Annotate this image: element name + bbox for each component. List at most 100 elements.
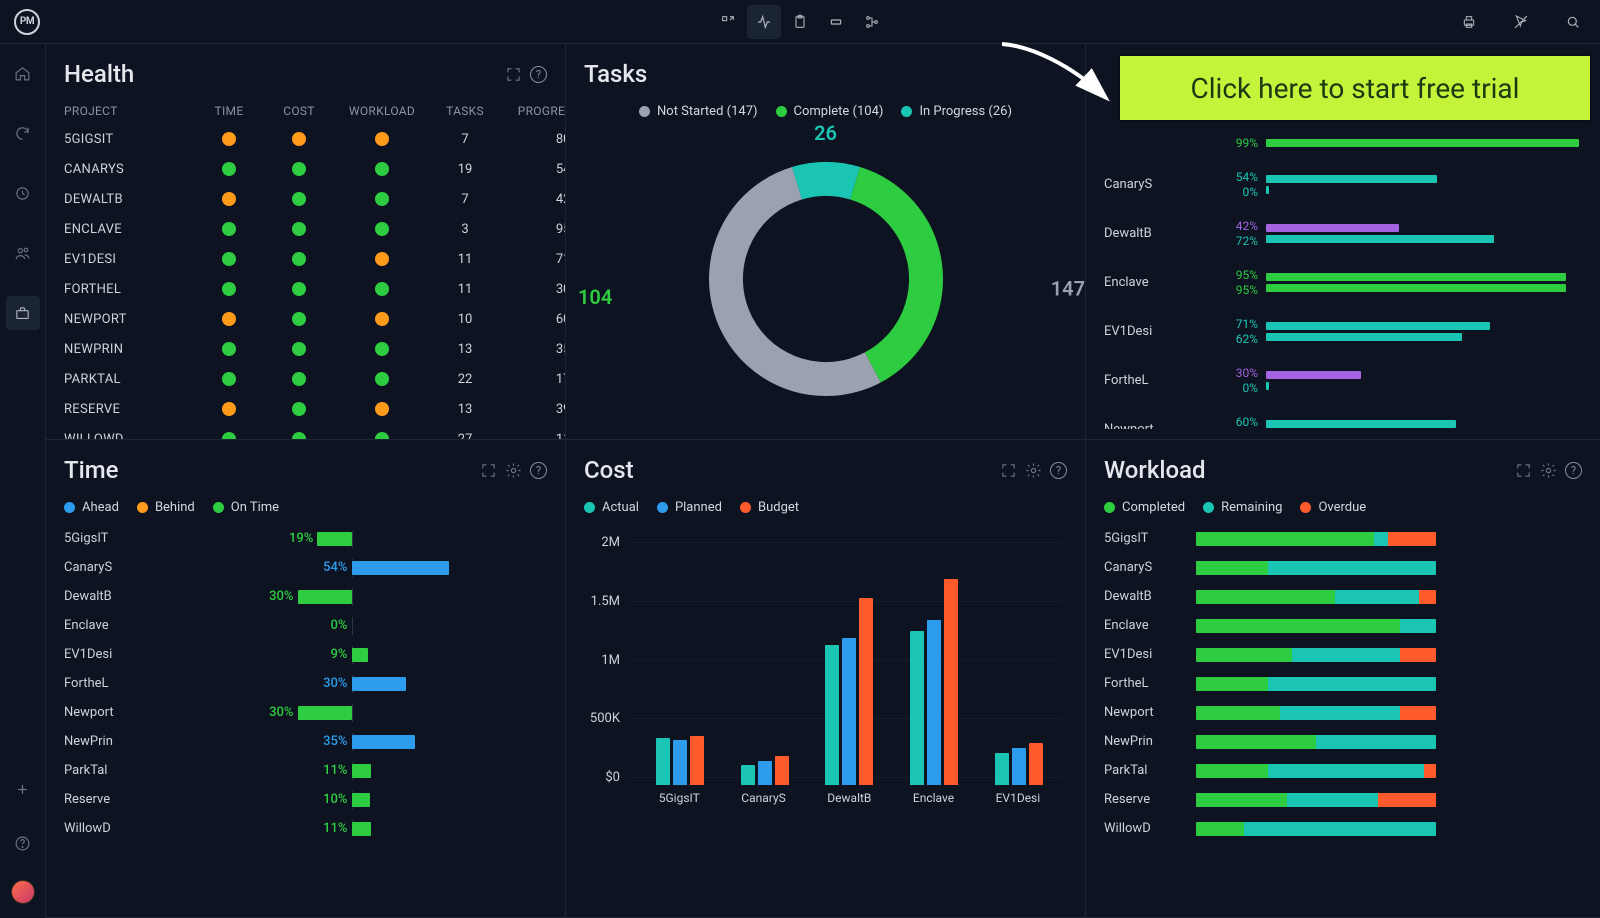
time-pct: 11% [323, 821, 347, 836]
workload-status [334, 372, 430, 386]
progress-row: CanaryS54%0% [1104, 170, 1582, 199]
time-pct: 19% [289, 531, 313, 546]
workload-segment [1400, 648, 1436, 662]
cost-group [825, 598, 873, 786]
help-icon[interactable]: ? [1050, 462, 1067, 479]
focus-icon[interactable] [711, 5, 745, 39]
nav-people-icon[interactable] [6, 236, 40, 270]
cost-status [264, 252, 334, 266]
tasks-legend: Not Started (147) Complete (104) In Progre… [584, 104, 1067, 119]
time-legend: Ahead Behind On Time [64, 500, 547, 515]
legend-item[interactable]: Budget [740, 500, 799, 515]
legend-item[interactable]: Planned [657, 500, 722, 515]
search-icon[interactable] [1556, 5, 1590, 39]
time-name: FortheL [64, 676, 150, 691]
workload-row: Enclave [1104, 618, 1582, 633]
time-name: DewaltB [64, 589, 150, 604]
workload-status [334, 312, 430, 326]
time-status [194, 192, 264, 206]
minus-square-icon[interactable] [819, 5, 853, 39]
legend-label: Overdue [1318, 500, 1366, 515]
gear-icon[interactable] [1540, 462, 1557, 479]
progress-rows: 99%CanaryS54%0%DewaltB42%72%Enclave95%95… [1104, 136, 1582, 429]
progress-row: EV1Desi71%62% [1104, 317, 1582, 346]
time-status [194, 342, 264, 356]
legend-item[interactable]: On Time [213, 500, 279, 515]
health-row[interactable]: NEWPRIN1335% [64, 334, 547, 364]
activity-icon[interactable] [747, 5, 781, 39]
time-status [194, 282, 264, 296]
workload-segment [1196, 561, 1268, 575]
legend-item[interactable]: Complete (104) [776, 104, 884, 119]
workload-segment [1280, 706, 1400, 720]
workload-stack [1196, 764, 1436, 778]
legend-item[interactable]: Actual [584, 500, 639, 515]
task-count: 19 [430, 162, 500, 177]
legend-item[interactable]: Completed [1104, 500, 1185, 515]
expand-icon[interactable] [480, 462, 497, 479]
legend-item[interactable]: Ahead [64, 500, 119, 515]
workload-segment [1419, 590, 1436, 604]
help-icon[interactable]: ? [530, 66, 547, 83]
nav-home-icon[interactable] [6, 56, 40, 90]
workload-segment [1244, 822, 1436, 836]
clipboard-icon[interactable] [783, 5, 817, 39]
expand-icon[interactable] [1000, 462, 1017, 479]
dashboard-grid: Health ? PROJECTTIMECOSTWORKLOADTASKSPRO… [46, 44, 1600, 918]
task-count: 27 [430, 432, 500, 441]
health-row[interactable]: WILLOWD2711% [64, 424, 547, 440]
legend-item[interactable]: In Progress (26) [901, 104, 1012, 119]
nav-add-icon[interactable] [6, 772, 40, 806]
legend-dot [639, 106, 650, 117]
progress-name: Newport [1104, 422, 1218, 429]
health-row[interactable]: ENCLAVE395% [64, 214, 547, 244]
health-row[interactable]: NEWPORT1060% [64, 304, 547, 334]
flow-icon[interactable] [855, 5, 889, 39]
user-avatar[interactable] [11, 880, 35, 904]
health-row[interactable]: EV1DESI1171% [64, 244, 547, 274]
workload-row: CanaryS [1104, 560, 1582, 575]
health-row[interactable]: 5GIGSIT780% [64, 124, 547, 154]
time-bar [352, 677, 406, 691]
legend-item[interactable]: Overdue [1300, 500, 1366, 515]
nav-help-icon[interactable] [6, 826, 40, 860]
legend-item[interactable]: Not Started (147) [639, 104, 758, 119]
free-trial-cta[interactable]: Click here to start free trial [1120, 56, 1590, 120]
time-pct: 30% [269, 705, 293, 720]
health-row[interactable]: DEWALTB742% [64, 184, 547, 214]
help-icon[interactable]: ? [530, 462, 547, 479]
time-track: 10% [156, 793, 547, 807]
help-icon[interactable]: ? [1565, 462, 1582, 479]
health-row[interactable]: RESERVE1339% [64, 394, 547, 424]
expand-icon[interactable] [505, 66, 522, 83]
time-row: Newport30% [64, 705, 547, 720]
cursor-icon[interactable] [1504, 5, 1538, 39]
nav-clock-icon[interactable] [6, 176, 40, 210]
progress-pct: 95% [500, 222, 566, 237]
legend-item[interactable]: Remaining [1203, 500, 1282, 515]
gear-icon[interactable] [505, 462, 522, 479]
legend-label: Completed [1122, 500, 1185, 515]
app-logo[interactable]: PM [14, 9, 40, 35]
legend-item[interactable]: Behind [137, 500, 195, 515]
progress-row: DewaltB42%72% [1104, 219, 1582, 248]
workload-row: 5GigsIT [1104, 531, 1582, 546]
health-row[interactable]: PARKTAL2217% [64, 364, 547, 394]
workload-segment [1196, 648, 1292, 662]
legend-dot [740, 502, 751, 513]
x-axis-label: CanaryS [741, 791, 785, 805]
workload-segment [1196, 677, 1268, 691]
health-row[interactable]: CANARYS1954% [64, 154, 547, 184]
time-name: 5GigsIT [64, 531, 150, 546]
nav-briefcase-icon[interactable] [6, 296, 40, 330]
cost-status [264, 282, 334, 296]
nav-refresh-icon[interactable] [6, 116, 40, 150]
cost-status [264, 372, 334, 386]
health-columns: PROJECTTIMECOSTWORKLOADTASKSPROGRESS [64, 104, 547, 118]
cost-status [264, 342, 334, 356]
progress-values: 95%95% [1220, 268, 1264, 297]
gear-icon[interactable] [1025, 462, 1042, 479]
print-icon[interactable] [1452, 5, 1486, 39]
health-row[interactable]: FORTHEL1130% [64, 274, 547, 304]
expand-icon[interactable] [1515, 462, 1532, 479]
